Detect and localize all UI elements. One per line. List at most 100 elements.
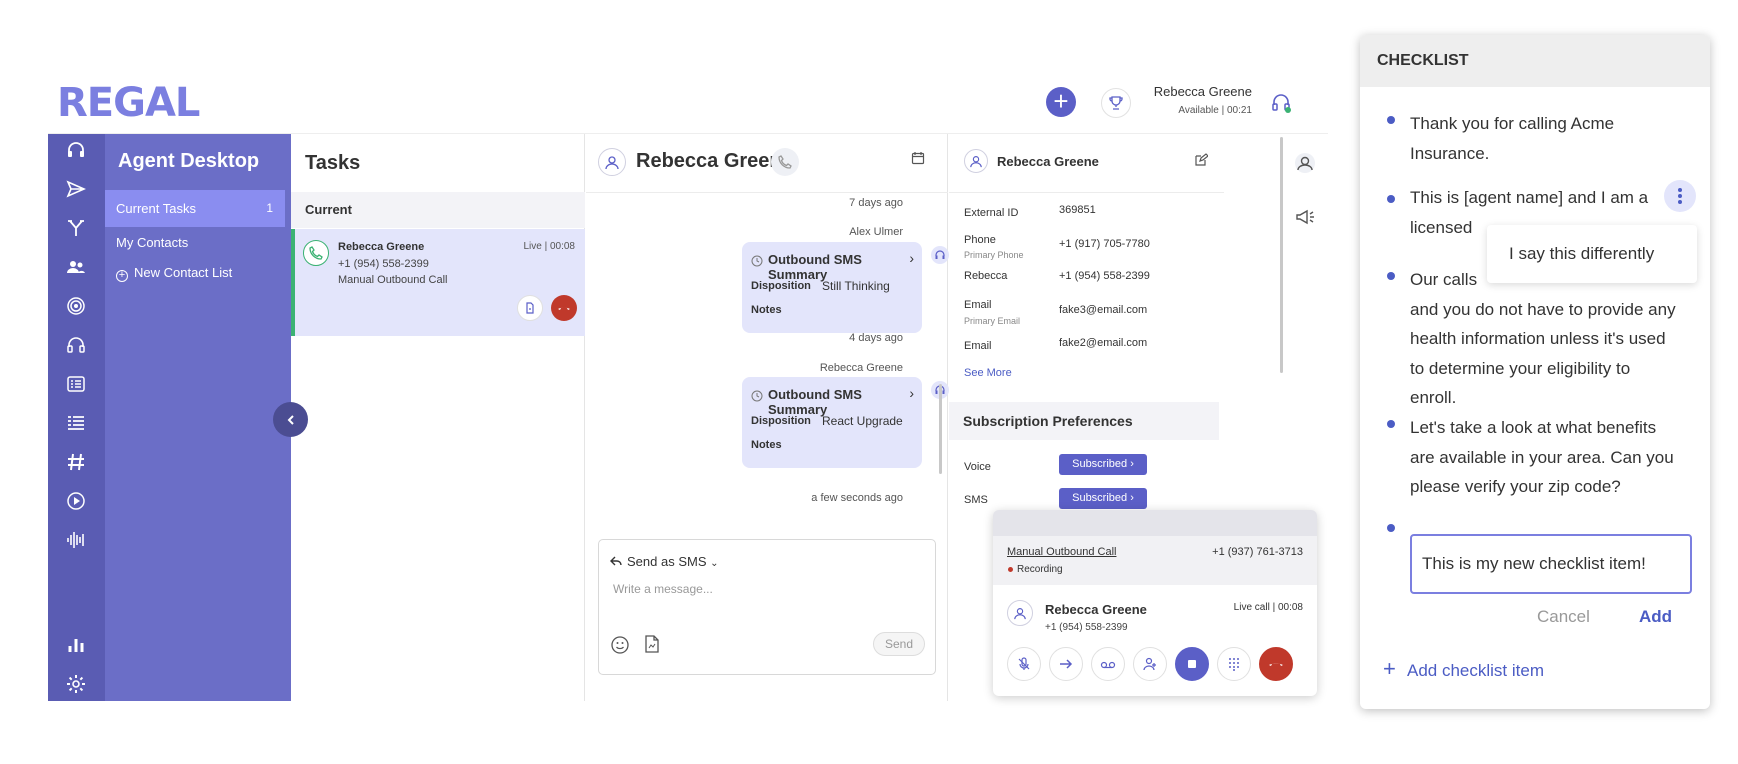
- user-name: Rebecca Greene: [1153, 84, 1252, 99]
- field-sublabel: Primary Phone: [964, 250, 1024, 260]
- notes-button[interactable]: [517, 295, 543, 321]
- add-button[interactable]: Add: [1639, 607, 1672, 627]
- recording-status: Recording: [1017, 564, 1063, 575]
- send-mode-dropdown[interactable]: Send as SMS ⌄: [627, 554, 719, 569]
- checklist-title: CHECKLIST: [1360, 35, 1710, 87]
- arrow-right-icon: [1060, 659, 1073, 669]
- bullet: [1387, 116, 1395, 124]
- call-contact-button[interactable]: [771, 148, 799, 176]
- task-contact-phone: +1 (954) 558-2399: [338, 258, 429, 270]
- user-availability: Available | 00:21: [1178, 105, 1252, 116]
- tasks-title: Tasks: [305, 152, 361, 174]
- nav-new-contact-list[interactable]: + New Contact List: [105, 254, 285, 291]
- emoji-icon[interactable]: [611, 636, 629, 659]
- profile-icon[interactable]: [1292, 150, 1318, 176]
- mic-off-icon: [1018, 657, 1030, 670]
- message-composer: Send as SMS ⌄ Write a message... Send: [598, 539, 936, 675]
- sub-label: Voice: [964, 461, 991, 473]
- bullet: [1387, 195, 1395, 203]
- stop-recording-button[interactable]: [1175, 647, 1209, 681]
- transfer-button[interactable]: [1049, 647, 1083, 681]
- cancel-button[interactable]: Cancel: [1537, 607, 1590, 627]
- details-contact-name: Rebecca Greene: [997, 154, 1099, 169]
- more-vertical-icon[interactable]: [1664, 180, 1696, 212]
- see-more-link[interactable]: See More: [964, 367, 1012, 379]
- bullet: [1387, 272, 1395, 280]
- tasks-section-current: Current: [291, 192, 585, 228]
- new-checklist-item-input[interactable]: This is my new checklist item!: [1410, 534, 1692, 594]
- add-participant-button[interactable]: [1133, 647, 1167, 681]
- collapse-sidebar-button[interactable]: [273, 402, 308, 437]
- icon-sidebar: [48, 134, 105, 701]
- headset-icon: [931, 246, 949, 264]
- call-status: Live call | 00:08: [1233, 602, 1303, 613]
- mute-button[interactable]: [1007, 647, 1041, 681]
- checklist-item: Let's take a look at what benefits are a…: [1410, 418, 1674, 496]
- phone-icon: [778, 155, 792, 169]
- message-timestamp: a few seconds ago: [811, 492, 903, 504]
- hangup-icon: [1269, 663, 1283, 666]
- contact-avatar-icon: [1007, 600, 1033, 626]
- headset-icon[interactable]: [1270, 92, 1292, 119]
- attachment-icon[interactable]: [644, 635, 660, 658]
- bullet: [1387, 420, 1395, 428]
- message-input[interactable]: Write a message...: [613, 582, 713, 596]
- divider: [586, 192, 948, 193]
- headset-nav-icon[interactable]: [62, 136, 90, 164]
- call-type[interactable]: Manual Outbound Call: [1007, 546, 1116, 558]
- gear-icon[interactable]: [62, 670, 90, 698]
- send-icon[interactable]: [62, 175, 90, 203]
- send-button[interactable]: Send: [873, 632, 925, 656]
- bar-chart-icon[interactable]: [62, 631, 90, 659]
- message-timestamp: 7 days ago: [849, 197, 903, 209]
- hashtag-icon[interactable]: [62, 448, 90, 476]
- reply-icon: [610, 554, 622, 572]
- hangup-button[interactable]: [551, 295, 577, 321]
- field-label: Email: [964, 340, 992, 352]
- scrollbar[interactable]: [939, 384, 942, 474]
- voice-subscribed-button[interactable]: Subscribed ›: [1059, 454, 1147, 475]
- users-icon[interactable]: [62, 253, 90, 281]
- sub-label: SMS: [964, 494, 988, 506]
- active-call-panel: Manual Outbound Call +1 (937) 761-3713 R…: [993, 510, 1317, 696]
- play-icon[interactable]: [62, 487, 90, 515]
- sms-subscribed-button[interactable]: Subscribed ›: [1059, 488, 1147, 509]
- megaphone-icon[interactable]: [1292, 204, 1318, 230]
- field-value: +1 (917) 705-7780: [1059, 238, 1150, 250]
- sms-summary-card[interactable]: Outbound SMS Summary › Disposition Still…: [742, 242, 922, 333]
- branch-icon[interactable]: [62, 214, 90, 242]
- field-sublabel: Primary Email: [964, 316, 1021, 326]
- voicemail-button[interactable]: [1091, 647, 1125, 681]
- nav-current-tasks[interactable]: Current Tasks 1: [105, 190, 285, 227]
- divider: [949, 192, 1224, 193]
- add-checklist-item-button[interactable]: Add checklist item: [1407, 661, 1544, 681]
- end-call-button[interactable]: [1259, 647, 1293, 681]
- waveform-icon[interactable]: [62, 526, 90, 554]
- target-icon[interactable]: [62, 292, 90, 320]
- message-timestamp: 4 days ago: [849, 332, 903, 344]
- checklist-menu-option[interactable]: I say this differently: [1487, 225, 1697, 283]
- trophy-icon[interactable]: [1101, 88, 1131, 118]
- field-value: fake2@email.com: [1059, 337, 1148, 349]
- scrollbar[interactable]: [1280, 137, 1283, 373]
- calendar-icon[interactable]: [911, 151, 925, 170]
- regal-logo: REGAL: [57, 80, 200, 126]
- stop-icon: [1188, 660, 1196, 668]
- task-card[interactable]: Rebecca Greene +1 (954) 558-2399 Manual …: [291, 229, 585, 336]
- edit-icon[interactable]: [1195, 153, 1209, 171]
- list-icon[interactable]: [62, 409, 90, 437]
- task-count-badge: 1: [266, 201, 273, 215]
- card-list-icon[interactable]: [62, 370, 90, 398]
- support-icon[interactable]: [62, 331, 90, 359]
- user-plus-icon: [1143, 657, 1156, 671]
- plus-icon[interactable]: +: [1383, 656, 1396, 682]
- add-button[interactable]: +: [1046, 87, 1076, 117]
- message-sender: Rebecca Greene: [819, 362, 903, 374]
- call-contact-name: Rebecca Greene: [1045, 602, 1147, 617]
- checklist-item: Thank you for calling Acme Insurance.: [1410, 114, 1615, 163]
- user-status[interactable]: Rebecca Greene Available | 00:21: [1130, 84, 1252, 116]
- conversation-panel: Rebecca Greene 7 days ago Alex Ulmer Out…: [586, 134, 949, 701]
- voicemail-icon: [1100, 661, 1116, 669]
- keypad-button[interactable]: [1217, 647, 1251, 681]
- sms-summary-card[interactable]: Outbound SMS Summary › Disposition React…: [742, 377, 922, 468]
